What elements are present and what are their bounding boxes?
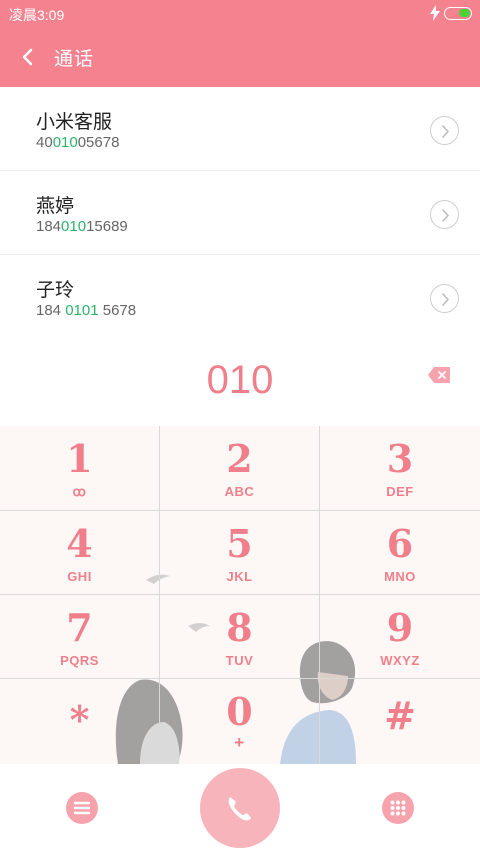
bottom-bar — [0, 764, 480, 853]
key-3[interactable]: 3 DEF — [320, 426, 480, 511]
status-bar: 凌晨3:09 — [0, 0, 480, 28]
chevron-left-icon[interactable] — [18, 40, 42, 74]
dialpad: 1ꝏ 2 ABC 3 DEF 4 GHI 5 JKL 6 MNO 7 PQRS 8 TUV 9… — [0, 426, 480, 764]
contact-number: 184 0101 5678 — [36, 302, 137, 319]
contact-name: 子玲 — [36, 279, 75, 301]
key-star[interactable]: * — [0, 679, 160, 764]
chevron-right-icon[interactable] — [430, 116, 459, 145]
key-2[interactable]: 2 ABC — [160, 426, 320, 511]
key-8[interactable]: 8 TUV — [160, 595, 320, 679]
dialpad-icon[interactable] — [382, 792, 414, 824]
voicemail-icon: ꝏ — [72, 484, 87, 499]
backspace-icon[interactable] — [428, 367, 450, 383]
status-time: 凌晨3:09 — [9, 7, 65, 23]
contact-number: 4001005678 — [36, 134, 120, 151]
contact-name: 小米客服 — [36, 111, 113, 133]
key-7[interactable]: 7 PQRS — [0, 595, 160, 679]
key-6[interactable]: 6 MNO — [320, 511, 480, 595]
key-hash[interactable]: # — [320, 679, 480, 764]
contact-name: 燕婷 — [36, 195, 75, 217]
contact-list: 小米客服 4001005678 燕婷 18401015689 子玲 184 01… — [0, 87, 480, 339]
chevron-right-icon[interactable] — [430, 284, 459, 313]
battery-icon — [444, 7, 472, 20]
dialed-number: 010 — [206, 358, 274, 402]
dialed-number-area: 010 — [0, 356, 480, 416]
key-0[interactable]: 0 + — [160, 679, 320, 764]
menu-icon[interactable] — [66, 792, 98, 824]
bolt-icon — [430, 5, 440, 25]
chevron-right-icon[interactable] — [430, 200, 459, 229]
number-match: 010 — [52, 134, 78, 151]
key-9[interactable]: 9 WXYZ — [320, 595, 480, 679]
number-match: 0101 — [65, 302, 99, 319]
phone-icon — [228, 797, 251, 821]
key-1[interactable]: 1ꝏ — [0, 426, 160, 511]
header: 通话 — [0, 28, 480, 87]
battery-level — [459, 9, 470, 17]
key-5[interactable]: 5 JKL — [160, 511, 320, 595]
contact-row[interactable]: 小米客服 4001005678 — [0, 87, 480, 171]
contact-number: 18401015689 — [36, 218, 128, 235]
number-match: 010 — [61, 218, 87, 235]
keypad-grid: 1ꝏ 2 ABC 3 DEF 4 GHI 5 JKL 6 MNO 7 PQRS 8 TUV 9… — [0, 426, 480, 764]
contact-row[interactable]: 燕婷 18401015689 — [0, 171, 480, 255]
app-bar: 凌晨3:09 通话 — [0, 0, 480, 87]
contact-row[interactable]: 子玲 184 0101 5678 — [0, 255, 480, 339]
call-button[interactable] — [200, 768, 280, 848]
page-title: 通话 — [54, 48, 95, 70]
key-4[interactable]: 4 GHI — [0, 511, 160, 595]
